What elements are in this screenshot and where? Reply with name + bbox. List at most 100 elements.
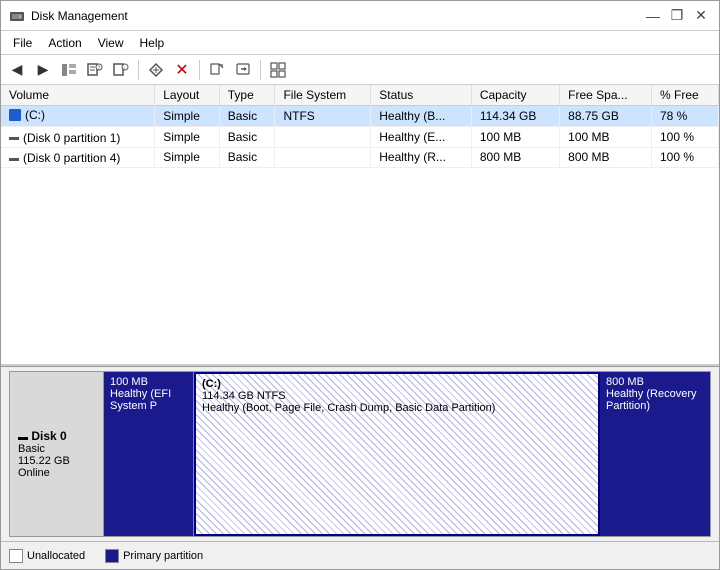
cell-volume: ▬ (Disk 0 partition 4): [1, 147, 155, 168]
tree-button[interactable]: [57, 58, 81, 82]
cell-type: Basic: [219, 106, 275, 127]
col-filesystem[interactable]: File System: [275, 85, 371, 106]
partition-recovery[interactable]: 800 MB Healthy (Recovery Partition): [600, 372, 710, 536]
legend-primary: Primary partition: [105, 549, 203, 563]
cell-capacity: 100 MB: [471, 127, 559, 148]
disk-name: ▬ Disk 0: [18, 429, 95, 443]
col-freespace[interactable]: Free Spa...: [560, 85, 652, 106]
cell-capacity: 114.34 GB: [471, 106, 559, 127]
disk-view: ▬ Disk 0 Basic 115.22 GB Online 100 MB H…: [1, 366, 719, 541]
volume-icon-gray: ▬: [9, 153, 19, 164]
volume-icon-blue: [9, 109, 21, 121]
cell-type: Basic: [219, 127, 275, 148]
recovery-size: 800 MB: [606, 376, 704, 388]
cell-filesystem: [275, 147, 371, 168]
cell-volume: (C:): [1, 106, 155, 127]
separator-2: [199, 60, 200, 80]
cell-pctfree: 100 %: [651, 127, 718, 148]
cell-status: Healthy (R...: [371, 147, 472, 168]
col-type[interactable]: Type: [219, 85, 275, 106]
status-bar: Unallocated Primary partition: [1, 541, 719, 569]
cell-filesystem: [275, 127, 371, 148]
col-status[interactable]: Status: [371, 85, 472, 106]
col-pctfree[interactable]: % Free: [651, 85, 718, 106]
disk-label: ▬ Disk 0 Basic 115.22 GB Online: [9, 371, 104, 537]
cell-pctfree: 100 %: [651, 147, 718, 168]
export-button[interactable]: [231, 58, 255, 82]
import-button[interactable]: [205, 58, 229, 82]
properties-icon: [270, 62, 286, 78]
import-icon: [209, 62, 225, 78]
export-icon: [235, 62, 251, 78]
close-button[interactable]: ✕: [691, 6, 711, 26]
cell-layout: Simple: [155, 106, 220, 127]
disk-type: Basic: [18, 443, 95, 455]
svg-text:i: i: [124, 65, 125, 71]
legend-primary-label: Primary partition: [123, 550, 203, 562]
disk-partitions: 100 MB Healthy (EFI System P (C:) 114.34…: [104, 371, 711, 537]
move-icon: [148, 62, 164, 78]
cell-layout: Simple: [155, 127, 220, 148]
move-button[interactable]: [144, 58, 168, 82]
menu-view[interactable]: View: [90, 34, 132, 52]
svg-text:?: ?: [98, 65, 101, 71]
app-icon: [9, 8, 25, 24]
partition-efi[interactable]: 100 MB Healthy (EFI System P: [104, 372, 194, 536]
separator-3: [260, 60, 261, 80]
menu-bar: File Action View Help: [1, 31, 719, 55]
legend-primary-box: [105, 549, 119, 563]
separator-1: [138, 60, 139, 80]
col-capacity[interactable]: Capacity: [471, 85, 559, 106]
cell-pctfree: 78 %: [651, 106, 718, 127]
tree-icon: [61, 62, 77, 78]
toolbar: ◀ ▶ ? i: [1, 55, 719, 85]
help-button[interactable]: ?: [83, 58, 107, 82]
cell-capacity: 800 MB: [471, 147, 559, 168]
legend-unallocated-box: [9, 549, 23, 563]
volume-icon-gray: ▬: [9, 132, 19, 143]
table-row[interactable]: ▬ (Disk 0 partition 4) Simple Basic Heal…: [1, 147, 719, 168]
volume-table[interactable]: Volume Layout Type File System Status Ca…: [1, 85, 719, 366]
cell-type: Basic: [219, 147, 275, 168]
cell-layout: Simple: [155, 147, 220, 168]
help2-icon: i: [113, 62, 129, 78]
restore-button[interactable]: ❐: [667, 6, 687, 26]
recovery-desc: Healthy (Recovery Partition): [606, 388, 704, 412]
c-desc: Healthy (Boot, Page File, Crash Dump, Ba…: [202, 402, 592, 414]
partition-c[interactable]: (C:) 114.34 GB NTFS Healthy (Boot, Page …: [194, 372, 600, 536]
cell-status: Healthy (E...: [371, 127, 472, 148]
col-layout[interactable]: Layout: [155, 85, 220, 106]
help-icon: ?: [87, 62, 103, 78]
title-bar-left: Disk Management: [9, 8, 128, 24]
title-bar: Disk Management — ❐ ✕: [1, 1, 719, 31]
c-size: 114.34 GB NTFS: [202, 390, 592, 402]
forward-button[interactable]: ▶: [31, 58, 55, 82]
disk-management-window: Disk Management — ❐ ✕ File Action View H…: [0, 0, 720, 570]
c-label: (C:): [202, 378, 592, 390]
menu-file[interactable]: File: [5, 34, 40, 52]
cell-status: Healthy (B...: [371, 106, 472, 127]
legend-unallocated: Unallocated: [9, 549, 85, 563]
menu-help[interactable]: Help: [132, 34, 173, 52]
legend-unallocated-label: Unallocated: [27, 550, 85, 562]
disk-status: Online: [18, 467, 95, 479]
disk-row: ▬ Disk 0 Basic 115.22 GB Online 100 MB H…: [1, 367, 719, 541]
table-row[interactable]: (C:) Simple Basic NTFS Healthy (B... 114…: [1, 106, 719, 127]
col-volume[interactable]: Volume: [1, 85, 155, 106]
cell-freespace: 800 MB: [560, 147, 652, 168]
back-button[interactable]: ◀: [5, 58, 29, 82]
cell-freespace: 100 MB: [560, 127, 652, 148]
cell-filesystem: NTFS: [275, 106, 371, 127]
delete-button[interactable]: ✕: [170, 58, 194, 82]
minimize-button[interactable]: —: [643, 6, 663, 26]
table-row[interactable]: ▬ (Disk 0 partition 1) Simple Basic Heal…: [1, 127, 719, 148]
help2-button[interactable]: i: [109, 58, 133, 82]
cell-volume: ▬ (Disk 0 partition 1): [1, 127, 155, 148]
efi-size: 100 MB: [110, 376, 187, 388]
disk-size: 115.22 GB: [18, 455, 95, 467]
menu-action[interactable]: Action: [40, 34, 89, 52]
window-title: Disk Management: [31, 9, 128, 23]
properties-button[interactable]: [266, 58, 290, 82]
cell-freespace: 88.75 GB: [560, 106, 652, 127]
main-content: Volume Layout Type File System Status Ca…: [1, 85, 719, 541]
